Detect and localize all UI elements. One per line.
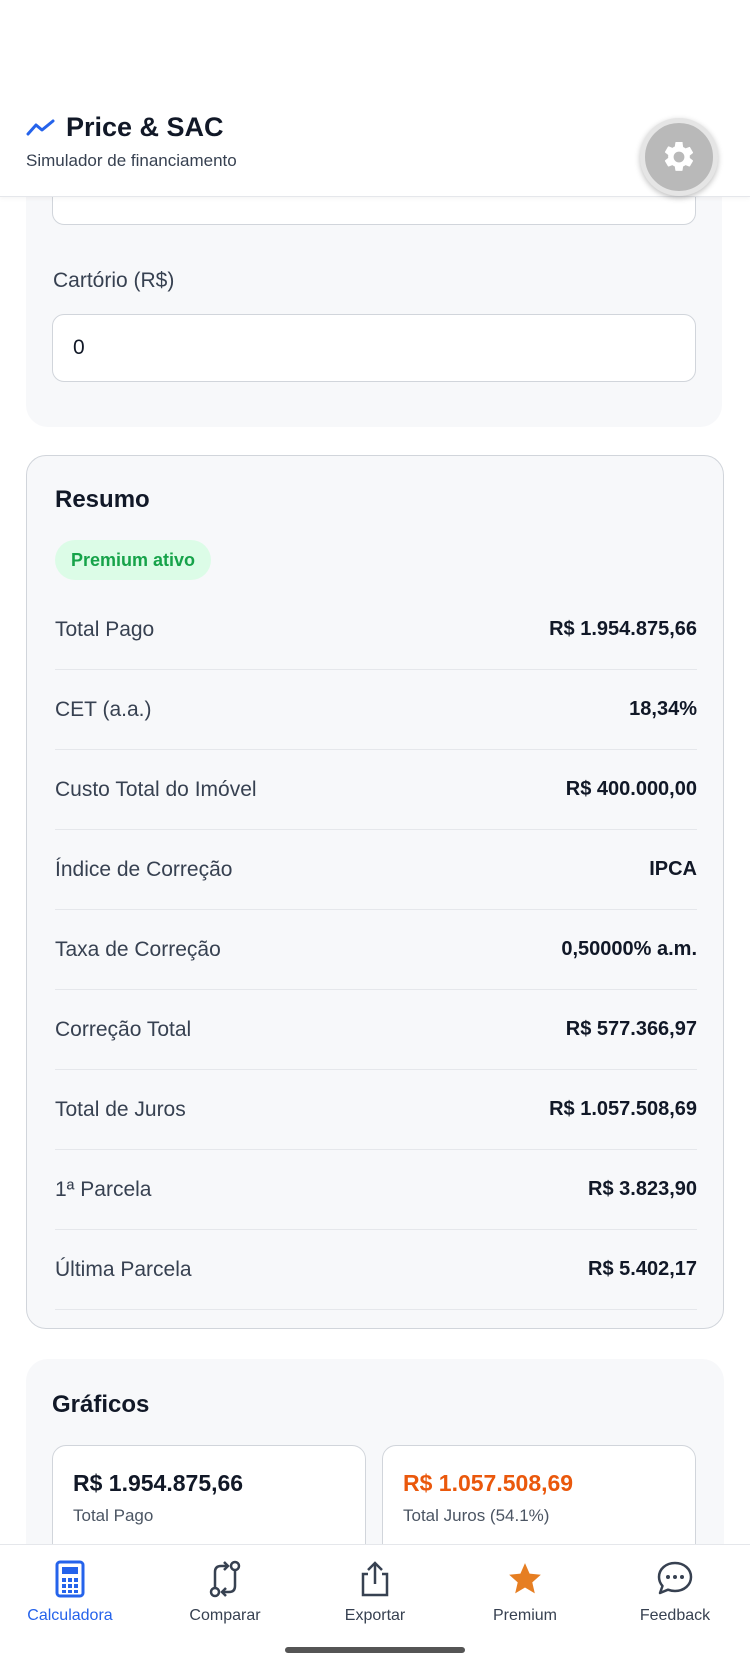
- calculator-icon: [50, 1559, 90, 1599]
- row-label: CET (a.a.): [55, 697, 152, 721]
- summary-row: Total de Juros R$ 1.057.508,69: [55, 1070, 697, 1150]
- cartorio-label: Cartório (R$): [53, 269, 175, 292]
- cartorio-input[interactable]: 0: [52, 314, 696, 382]
- app-screen: Price & SAC Simulador de financiamento 0…: [0, 0, 750, 1667]
- scroll-content[interactable]: 0 Cartório (R$) 0 Resumo Premium ativo T…: [0, 197, 750, 1544]
- star-icon: [505, 1559, 545, 1599]
- total-paid-stat[interactable]: R$ 1.954.875,66 Total Pago: [52, 1445, 366, 1544]
- summary-row: Correção Total R$ 577.366,97: [55, 990, 697, 1070]
- summary-row: Índice de Correção IPCA: [55, 830, 697, 910]
- total-interest-value: R$ 1.057.508,69: [403, 1470, 574, 1496]
- chat-icon: [655, 1559, 695, 1599]
- row-value: R$ 400.000,00: [565, 778, 697, 800]
- row-value: R$ 577.366,97: [565, 1018, 697, 1040]
- nav-label: Feedback: [639, 1607, 711, 1624]
- summary-row: 1ª Parcela R$ 3.823,90: [55, 1150, 697, 1230]
- summary-rows: Total Pago R$ 1.954.875,66 CET (a.a.) 18…: [55, 590, 697, 1310]
- total-paid-label: Total Pago: [73, 1506, 154, 1525]
- summary-row: Última Parcela R$ 5.402,17: [55, 1230, 697, 1310]
- row-value: R$ 3.823,90: [588, 1178, 697, 1200]
- nav-label: Exportar: [344, 1607, 406, 1624]
- summary-row: CET (a.a.) 18,34%: [55, 670, 697, 750]
- trending-up-icon: [26, 119, 55, 135]
- total-paid-value: R$ 1.954.875,66: [73, 1470, 244, 1496]
- row-value: R$ 1.057.508,69: [549, 1098, 697, 1120]
- premium-badge: Premium ativo: [55, 540, 212, 580]
- total-interest-stat[interactable]: R$ 1.057.508,69 Total Juros (54.1%): [382, 1445, 696, 1544]
- total-interest-label: Total Juros (54.1%): [403, 1506, 550, 1525]
- fees-input[interactable]: 0: [52, 197, 696, 225]
- nav-item-comparar[interactable]: Comparar: [150, 1559, 300, 1639]
- home-indicator[interactable]: [285, 1647, 465, 1653]
- summary-row: Taxa de Correção 0,50000% a.m.: [55, 910, 697, 990]
- summary-row: Total Pago R$ 1.954.875,66: [55, 590, 697, 670]
- form-card: 0 Cartório (R$) 0: [26, 197, 722, 427]
- row-value: R$ 1.954.875,66: [549, 618, 697, 640]
- share-icon: [355, 1559, 395, 1599]
- row-value: 0,50000% a.m.: [561, 938, 697, 960]
- summary-title: Resumo: [55, 486, 150, 513]
- row-value: IPCA: [649, 858, 697, 880]
- row-label: Última Parcela: [55, 1257, 192, 1281]
- row-label: Total de Juros: [55, 1097, 186, 1121]
- row-label: Custo Total do Imóvel: [55, 777, 257, 801]
- nav-item-exportar[interactable]: Exportar: [300, 1559, 450, 1639]
- brand: Price & SAC: [26, 112, 224, 143]
- summary-card: Resumo Premium ativo Total Pago R$ 1.954…: [26, 455, 724, 1329]
- row-label: Taxa de Correção: [55, 937, 221, 961]
- compare-icon: [205, 1559, 245, 1599]
- nav-item-premium[interactable]: Premium: [450, 1559, 600, 1639]
- settings-button[interactable]: [640, 118, 718, 196]
- nav-label: Calculadora: [27, 1607, 113, 1624]
- nav-item-calculadora[interactable]: Calculadora: [0, 1559, 145, 1639]
- app-title: Price & SAC: [66, 112, 224, 142]
- summary-row: Custo Total do Imóvel R$ 400.000,00: [55, 750, 697, 830]
- charts-title: Gráficos: [52, 1391, 150, 1418]
- row-label: Correção Total: [55, 1017, 192, 1041]
- row-label: 1ª Parcela: [55, 1177, 152, 1201]
- gear-icon: [664, 141, 694, 171]
- app-header: Price & SAC Simulador de financiamento: [0, 0, 750, 197]
- nav-label: Comparar: [189, 1607, 261, 1624]
- app-subtitle: Simulador de financiamento: [26, 151, 237, 170]
- nav-item-feedback[interactable]: Feedback: [600, 1559, 750, 1639]
- bottom-nav: Calculadora Comparar Exportar Premium Fe…: [0, 1544, 750, 1667]
- row-value: R$ 5.402,17: [588, 1258, 697, 1280]
- nav-label: Premium: [492, 1607, 557, 1624]
- row-label: Total Pago: [55, 617, 155, 641]
- row-value: 18,34%: [629, 698, 697, 720]
- charts-card: Gráficos R$ 1.954.875,66 Total Pago R$ 1…: [26, 1359, 724, 1544]
- row-label: Índice de Correção: [55, 857, 233, 881]
